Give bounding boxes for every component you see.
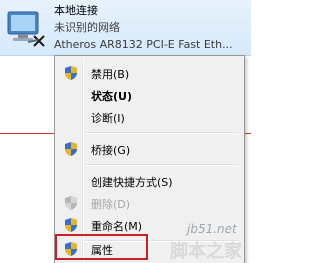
menu-item-label: 创建快捷方式(S)	[91, 176, 173, 189]
menu-item-delete[interactable]: 删除(D)	[57, 192, 240, 214]
menu-item-bridge[interactable]: 桥接(G)	[57, 138, 240, 160]
connection-text: 本地连接 未识别的网络 Atheros AR8132 PCI-E Fast Et…	[54, 2, 233, 53]
network-adapter-icon	[7, 11, 45, 47]
menu-separator	[85, 164, 238, 166]
uac-shield-icon	[65, 142, 77, 156]
connection-adapter: Atheros AR8132 PCI-E Fast Eth...	[54, 38, 233, 51]
uac-shield-icon	[65, 66, 77, 80]
menu-separator	[85, 132, 238, 134]
menu-item-disable[interactable]: 禁用(B)	[57, 62, 240, 84]
menu-item-label: 状态(U)	[91, 90, 132, 103]
watermark-site: jb51.net	[187, 222, 237, 236]
menu-item-label: 诊断(I)	[91, 112, 125, 125]
menu-item-label: 禁用(B)	[91, 68, 130, 81]
connection-title: 本地连接	[54, 4, 98, 17]
connection-status: 未识别的网络	[54, 21, 120, 34]
menu-item-label: 重命名(M)	[91, 220, 143, 233]
watermark-name: 脚本之家	[170, 241, 242, 262]
menu-item-label: 桥接(G)	[91, 144, 131, 157]
menu-item-create-shortcut[interactable]: 创建快捷方式(S)	[57, 170, 240, 192]
menu-item-diagnose[interactable]: 诊断(I)	[57, 106, 240, 128]
connection-panel[interactable]: 本地连接 未识别的网络 Atheros AR8132 PCI-E Fast Et…	[0, 0, 251, 56]
annotation-highlight-box	[55, 234, 148, 260]
menu-item-label: 删除(D)	[91, 198, 131, 211]
uac-shield-icon	[65, 218, 77, 232]
menu-item-status[interactable]: 状态(U)	[57, 84, 240, 106]
uac-shield-icon	[65, 196, 77, 210]
